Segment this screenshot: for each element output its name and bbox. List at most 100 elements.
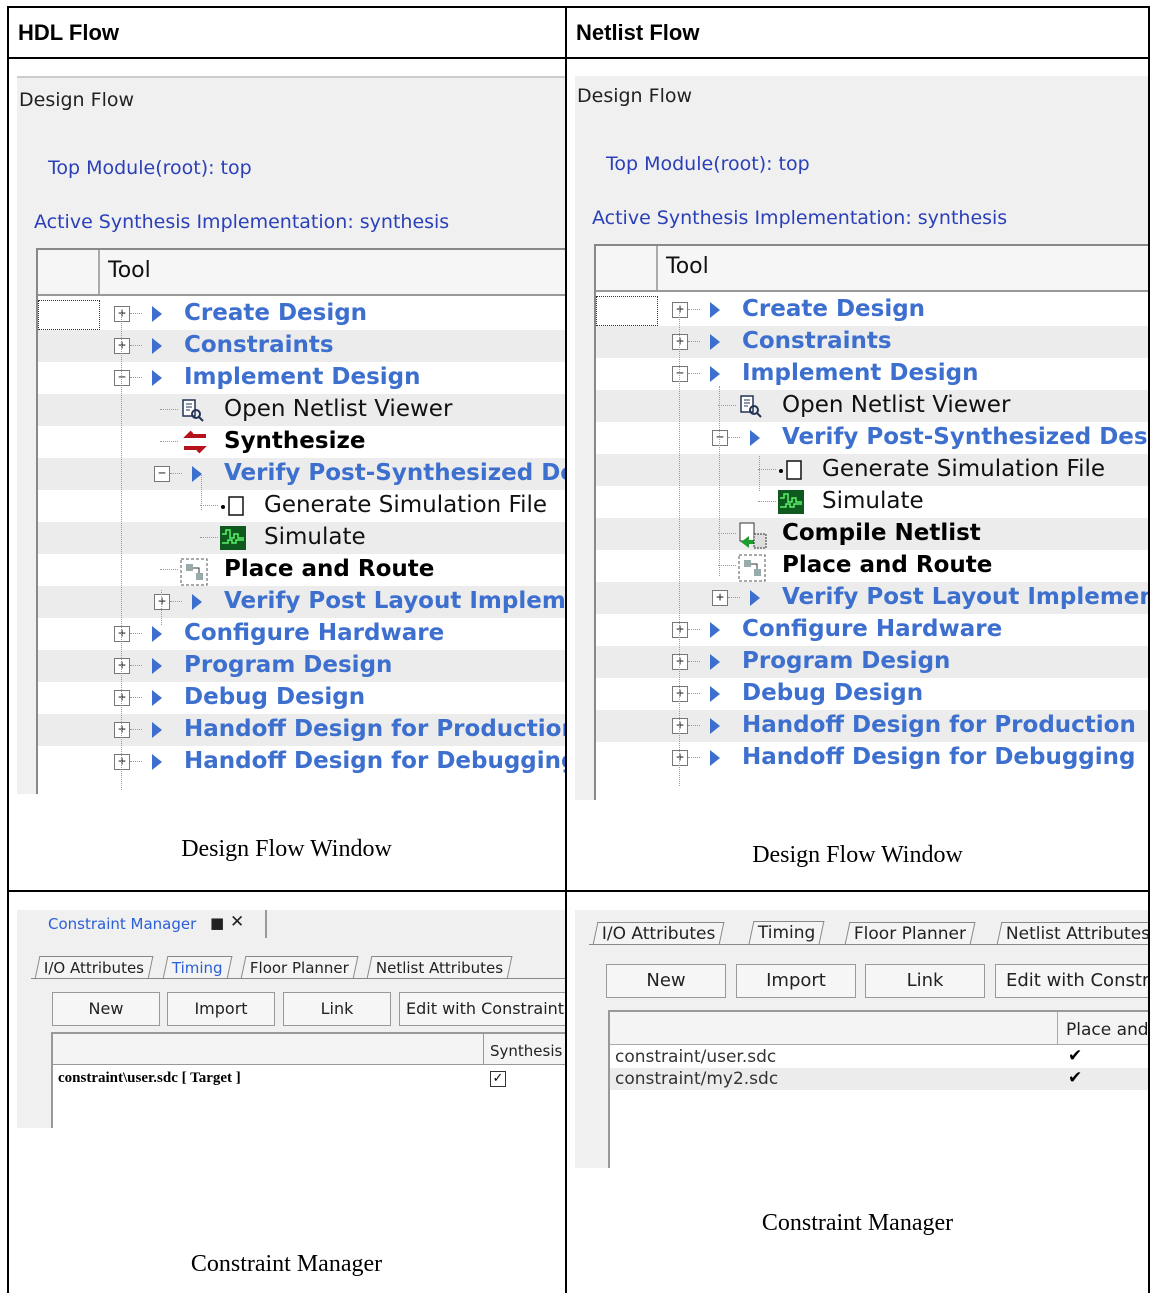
constraint-manager-title[interactable]: Constraint Manager: [48, 915, 196, 933]
tree-row-label: Constraints: [184, 332, 334, 358]
active-synthesis-label[interactable]: Active Synthesis Implementation: synthes…: [592, 207, 1007, 229]
expand-icon[interactable]: +: [154, 594, 170, 610]
tab-netlist-attributes[interactable]: Netlist Attributes: [366, 956, 513, 979]
top-module-label[interactable]: Top Module(root): top: [606, 153, 810, 175]
file-icon: [220, 494, 244, 518]
arrow-right-icon: [152, 370, 162, 386]
arrow-right-icon: [152, 338, 162, 354]
expand-icon[interactable]: +: [114, 658, 130, 674]
tree-row-handoff-design-for-production[interactable]: + Handoff Design for Production: [38, 714, 565, 746]
netlist-constraint-manager: I/O Attributes Timing Floor Planner Netl…: [575, 910, 1148, 1168]
import-button[interactable]: Import: [736, 964, 856, 998]
netlist-design-flow-window: Design Flow Top Module(root): top Active…: [575, 76, 1148, 800]
import-button[interactable]: Import: [167, 992, 275, 1026]
expand-icon[interactable]: +: [672, 718, 688, 734]
hdl-design-flow-caption: Design Flow Window: [181, 836, 392, 862]
link-button[interactable]: Link: [865, 964, 985, 998]
hdl-constraint-manager: Constraint Manager ■ ✕ I/O Attributes Ti…: [17, 910, 565, 1128]
expand-icon[interactable]: +: [672, 302, 688, 318]
table-row[interactable]: constraint\user.sdc [ Target ]: [58, 1070, 241, 1087]
design-flow-title: Design Flow: [19, 89, 135, 111]
expand-icon[interactable]: +: [114, 338, 130, 354]
tree-row-constraints[interactable]: + Constraints: [38, 330, 565, 362]
netlist-flow-header: Netlist Flow: [576, 20, 700, 45]
tree-row-label: Handoff Design for Production: [742, 712, 1136, 738]
expand-icon[interactable]: +: [672, 334, 688, 350]
table-column-divider: [565, 6, 567, 1293]
link-button[interactable]: Link: [283, 992, 391, 1026]
tree-row-label: Place and Route: [782, 552, 993, 578]
edit-with-constraint-editor-button[interactable]: Edit with Constraint Editor: [399, 992, 565, 1026]
compile-icon: [738, 522, 767, 549]
expand-icon[interactable]: +: [114, 754, 130, 770]
hdl-flow-header: HDL Flow: [18, 20, 120, 45]
tree-row-synthesize[interactable]: Synthesize: [38, 426, 565, 458]
tree-row-label: Compile Netlist: [782, 520, 981, 546]
top-module-label[interactable]: Top Module(root): top: [48, 157, 252, 179]
expand-icon[interactable]: +: [672, 750, 688, 766]
tab-timing[interactable]: Timing: [748, 921, 825, 944]
table-row[interactable]: constraint/user.sdc ✔: [610, 1046, 1148, 1068]
collapse-icon[interactable]: −: [712, 430, 728, 446]
collapse-icon[interactable]: −: [672, 366, 688, 382]
expand-icon[interactable]: +: [672, 622, 688, 638]
tree-row-program-design[interactable]: + Program Design: [38, 650, 565, 682]
edit-with-constraint-editor-button[interactable]: Edit with Constraint Editor: [995, 964, 1148, 998]
design-flow-title: Design Flow: [577, 85, 693, 107]
tree-row-implement-design[interactable]: − Implement Design: [38, 362, 565, 394]
tree-row-generate-simulation-file[interactable]: Generate Simulation File: [38, 490, 565, 522]
expand-icon[interactable]: +: [672, 686, 688, 702]
tree-row-label: Generate Simulation File: [264, 492, 548, 518]
tab-netlist-attributes[interactable]: Netlist Attributes: [996, 922, 1148, 945]
collapse-icon[interactable]: −: [114, 370, 130, 386]
new-button[interactable]: New: [606, 964, 726, 998]
tab-io-attributes[interactable]: I/O Attributes: [34, 956, 154, 979]
tree-row-handoff-design-for-debugging[interactable]: + Handoff Design for Debugging: [38, 746, 565, 778]
place-and-route-check-icon[interactable]: ✔: [1068, 1068, 1082, 1088]
tree-row-simulate[interactable]: Simulate: [38, 522, 565, 554]
collapse-icon[interactable]: −: [154, 466, 170, 482]
active-synthesis-label[interactable]: Active Synthesis Implementation: synthes…: [34, 211, 449, 233]
expand-icon[interactable]: +: [712, 590, 728, 606]
arrow-right-icon: [152, 754, 162, 770]
tree-row-label: Verify Post-Synthesized Design: [782, 424, 1148, 450]
tree-row-debug-design[interactable]: + Debug Design: [38, 682, 565, 714]
target-tag: [ Target ]: [181, 1070, 241, 1086]
tree-row-verify-post-synthesized-design[interactable]: − Verify Post-Synthesized Design: [38, 458, 565, 490]
tree-header: Tool: [596, 246, 1148, 292]
tab-io-attributes[interactable]: I/O Attributes: [592, 922, 725, 945]
tree-row-label: Implement Design: [184, 364, 421, 390]
arrow-right-icon: [710, 686, 720, 702]
table-row[interactable]: constraint/my2.sdc ✔: [610, 1068, 1148, 1090]
table-row-divider: [8, 890, 1150, 892]
hdl-constraint-manager-caption: Constraint Manager: [190, 1251, 383, 1277]
constraint-file-table: Synthesis constraint\user.sdc [ Target ]…: [51, 1032, 565, 1128]
close-icon[interactable]: ✕: [230, 912, 244, 932]
tool-column-header: Tool: [666, 254, 709, 279]
tool-tree: Tool + Create Design + Constraints − Implemen…: [594, 244, 1148, 800]
expand-icon[interactable]: +: [114, 306, 130, 322]
tab-timing[interactable]: Timing: [162, 956, 233, 979]
tree-row-label: Program Design: [184, 652, 393, 678]
tree-row-verify-post-layout-implementation[interactable]: + Verify Post Layout Implementation: [38, 586, 565, 618]
arrow-right-icon: [710, 718, 720, 734]
place-and-route-check-icon[interactable]: ✔: [1068, 1046, 1082, 1066]
tree-row-open-netlist-viewer[interactable]: Open Netlist Viewer: [38, 394, 565, 426]
float-icon[interactable]: ■: [210, 914, 224, 932]
synthesis-checkbox[interactable]: ✓: [490, 1071, 506, 1087]
new-button[interactable]: New: [52, 992, 160, 1026]
tree-row-label: Debug Design: [742, 680, 924, 706]
expand-icon[interactable]: +: [672, 654, 688, 670]
expand-icon[interactable]: +: [114, 690, 130, 706]
expand-icon[interactable]: +: [114, 722, 130, 738]
tree-row-configure-hardware[interactable]: + Configure Hardware: [38, 618, 565, 650]
expand-icon[interactable]: +: [114, 626, 130, 642]
place-route-icon: [180, 558, 208, 586]
tree-row-label: Program Design: [742, 648, 951, 674]
arrow-right-icon: [710, 366, 720, 382]
arrow-right-icon: [710, 622, 720, 638]
tree-row-place-and-route[interactable]: Place and Route: [38, 554, 565, 586]
tab-floor-planner[interactable]: Floor Planner: [240, 956, 359, 979]
tab-floor-planner[interactable]: Floor Planner: [844, 922, 976, 945]
tree-row-create-design[interactable]: + Create Design: [38, 298, 565, 330]
